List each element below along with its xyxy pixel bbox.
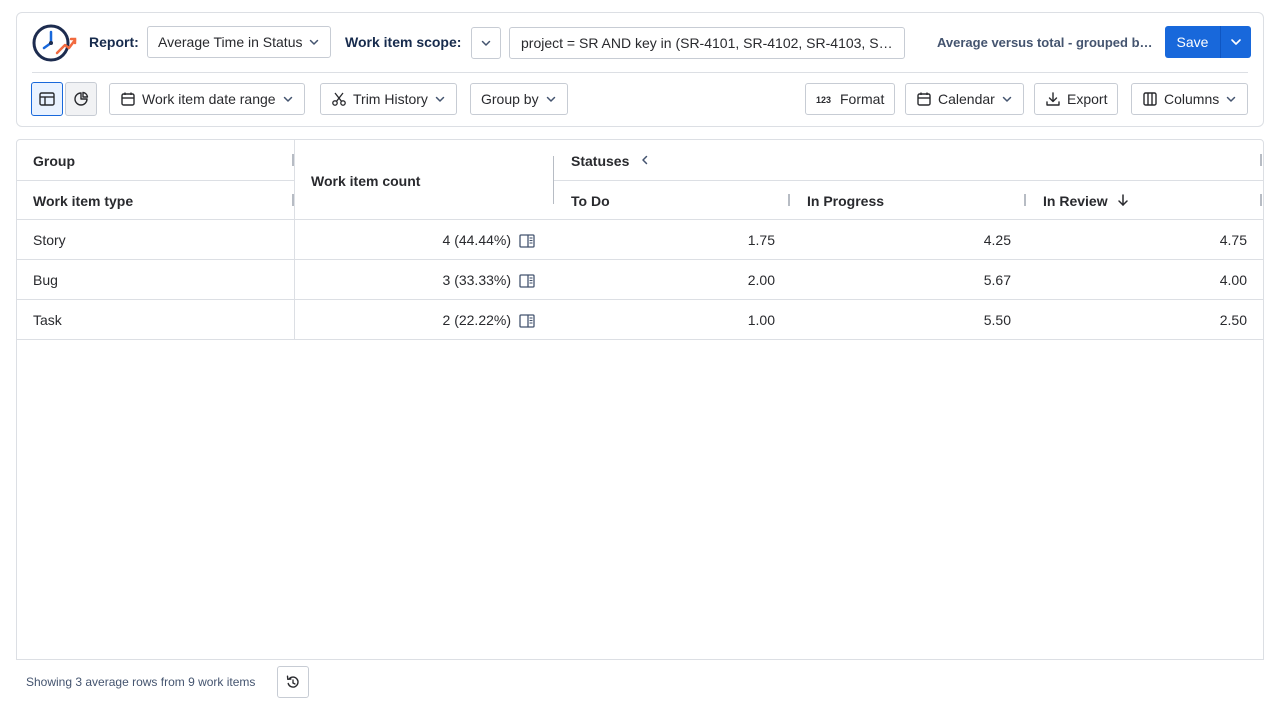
- date-range-label: Work item date range: [142, 91, 276, 107]
- details-panel-icon[interactable]: [519, 314, 535, 328]
- chevron-left-icon[interactable]: [639, 154, 651, 166]
- footer-summary: Showing 3 average rows from 9 work items: [26, 675, 256, 689]
- chevron-down-icon: [435, 96, 445, 102]
- columns-label: Columns: [1164, 91, 1220, 107]
- cell-work-item-count: 3 (33.33%): [442, 272, 511, 288]
- calendar-label: Calendar: [938, 91, 995, 107]
- group-by-button[interactable]: Group by: [470, 83, 568, 115]
- chevron-down-icon: [1227, 96, 1236, 102]
- format-label: Format: [840, 91, 885, 107]
- scissors-icon: [332, 92, 346, 106]
- cell-in-progress: 5.67: [983, 272, 1011, 288]
- report-table: Group Work item count Statuses Work item…: [16, 139, 1264, 660]
- cell-todo: 2.00: [747, 272, 775, 288]
- export-label: Export: [1067, 91, 1108, 107]
- number-format-icon: 123: [816, 95, 831, 105]
- header-bottom-border: [17, 219, 1263, 220]
- cell-in-review: 2.50: [1219, 312, 1247, 328]
- calendar-icon: [917, 92, 931, 106]
- svg-text:123: 123: [816, 95, 831, 105]
- column-resize-handle[interactable]: [1024, 194, 1026, 206]
- group-header[interactable]: Group: [33, 151, 75, 171]
- date-range-button[interactable]: Work item date range: [109, 83, 305, 115]
- column-divider: [553, 156, 554, 204]
- cell-work-item-count: 4 (44.44%): [442, 232, 511, 248]
- column-resize-handle[interactable]: [788, 194, 790, 206]
- cell-in-progress: 4.25: [983, 232, 1011, 248]
- report-select-value: Average Time in Status: [158, 34, 303, 50]
- trim-history-button[interactable]: Trim History: [320, 83, 457, 115]
- chevron-down-icon: [283, 96, 292, 102]
- view-toggle: [31, 82, 97, 116]
- status-header-in-review[interactable]: In Review: [1043, 191, 1108, 211]
- chevron-down-icon: [1231, 39, 1241, 45]
- cell-work-item-type: Task: [33, 312, 62, 328]
- calendar-button[interactable]: Calendar: [905, 83, 1024, 115]
- app-logo-icon: [32, 24, 77, 62]
- row-divider: [17, 339, 1263, 340]
- chevron-down-icon: [1002, 96, 1012, 102]
- cell-in-review: 4.75: [1219, 232, 1247, 248]
- column-divider: [294, 140, 295, 340]
- refresh-button[interactable]: [277, 666, 309, 698]
- calendar-icon: [121, 92, 135, 106]
- work-item-type-header[interactable]: Work item type: [33, 191, 133, 211]
- save-options-button[interactable]: [1221, 26, 1251, 58]
- scope-type-dropdown[interactable]: [471, 27, 501, 59]
- report-description[interactable]: Average versus total - grouped by work i…: [937, 33, 1155, 53]
- header-divider: [554, 180, 1263, 181]
- details-panel-icon[interactable]: [519, 274, 535, 288]
- toolbar-row-top: Report: Average Time in Status Work item…: [17, 13, 1263, 72]
- toolbar-row-bottom: Work item date range Trim History Group …: [17, 73, 1263, 128]
- column-resize-handle[interactable]: [1260, 194, 1262, 206]
- status-header-todo[interactable]: To Do: [571, 191, 610, 211]
- header-divider: [17, 180, 295, 181]
- group-by-label: Group by: [481, 91, 539, 107]
- cell-work-item-count: 2 (22.22%): [442, 312, 511, 328]
- statuses-header[interactable]: Statuses: [571, 151, 629, 171]
- chevron-down-icon: [546, 96, 555, 102]
- cell-work-item-type: Story: [33, 232, 66, 248]
- trim-history-label: Trim History: [353, 91, 428, 107]
- cell-work-item-type: Bug: [33, 272, 58, 288]
- table-view-button[interactable]: [31, 82, 63, 116]
- columns-icon: [1143, 92, 1157, 106]
- format-button[interactable]: 123 Format: [805, 83, 896, 115]
- report-label: Report:: [89, 34, 139, 50]
- export-button[interactable]: Export: [1034, 83, 1119, 115]
- row-divider: [17, 299, 1263, 300]
- report-select[interactable]: Average Time in Status: [147, 26, 332, 58]
- column-resize-handle[interactable]: [292, 154, 294, 166]
- scope-label: Work item scope:: [345, 34, 462, 50]
- sort-descending-icon[interactable]: [1116, 193, 1130, 207]
- pie-chart-icon: [74, 91, 89, 106]
- report-toolbar: Report: Average Time in Status Work item…: [16, 12, 1264, 127]
- chart-view-button[interactable]: [65, 82, 97, 116]
- columns-button[interactable]: Columns: [1131, 83, 1249, 115]
- scope-query-input[interactable]: project = SR AND key in (SR-4101, SR-410…: [509, 27, 905, 59]
- save-button-group: Save: [1165, 26, 1251, 58]
- cell-in-progress: 5.50: [983, 312, 1011, 328]
- column-resize-handle[interactable]: [292, 194, 294, 206]
- table-icon: [39, 92, 55, 106]
- save-button[interactable]: Save: [1165, 26, 1221, 58]
- chevron-down-icon: [481, 40, 491, 46]
- row-divider: [17, 259, 1263, 260]
- download-icon: [1046, 92, 1060, 106]
- column-resize-handle[interactable]: [1260, 154, 1262, 166]
- details-panel-icon[interactable]: [519, 234, 535, 248]
- cell-todo: 1.00: [747, 312, 775, 328]
- status-header-in-progress[interactable]: In Progress: [807, 191, 884, 211]
- chevron-down-icon: [310, 39, 319, 45]
- cell-in-review: 4.00: [1219, 272, 1247, 288]
- work-item-count-header[interactable]: Work item count: [311, 171, 420, 191]
- refresh-icon: [286, 675, 299, 688]
- cell-todo: 1.75: [747, 232, 775, 248]
